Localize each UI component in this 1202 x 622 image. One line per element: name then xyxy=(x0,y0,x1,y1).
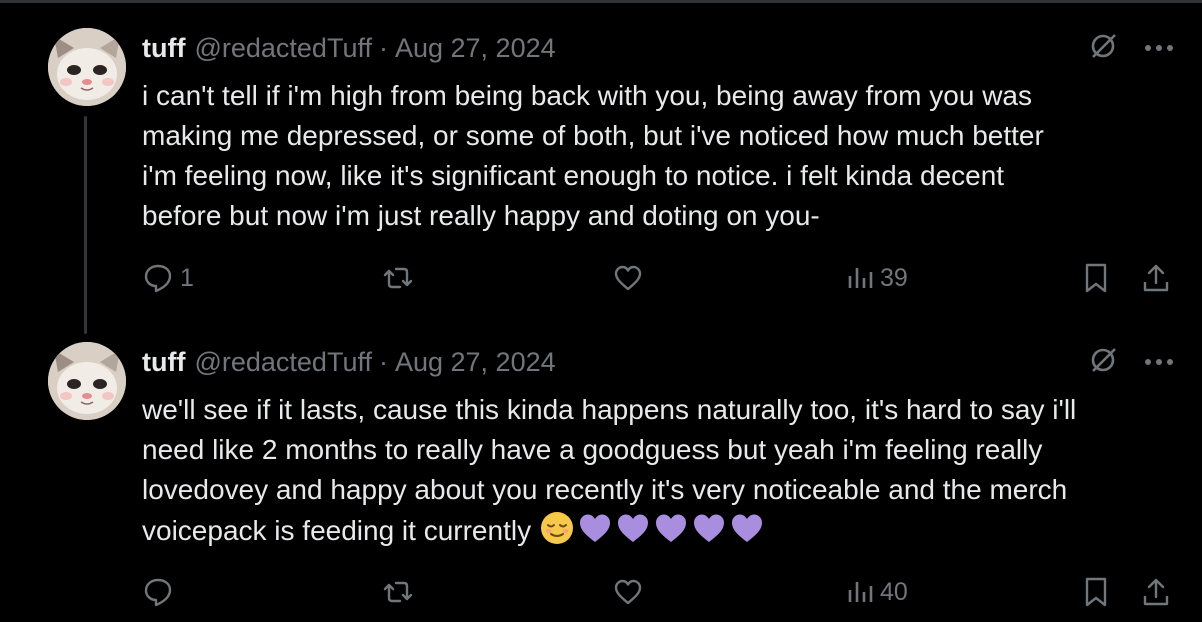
separator-dot: · xyxy=(378,346,388,377)
tweet[interactable]: tuff @redactedTuff · Aug 27, 2024 i can'… xyxy=(0,0,1202,334)
tweet-header: tuff @redactedTuff · Aug 27, 2024 xyxy=(142,30,556,66)
share-icon xyxy=(1143,578,1169,606)
tweet-text: we'll see if it lasts, cause this kinda … xyxy=(142,390,1182,551)
share-button[interactable] xyxy=(1140,572,1172,612)
grok-icon[interactable] xyxy=(1088,345,1118,380)
header-actions xyxy=(1088,344,1174,380)
reply-button[interactable]: 1 xyxy=(142,258,194,298)
separator-dot: · xyxy=(378,32,388,63)
avatar[interactable] xyxy=(48,342,126,420)
reply-count: 1 xyxy=(180,263,194,292)
header-actions xyxy=(1088,30,1174,66)
reply-button[interactable] xyxy=(142,572,180,612)
like-button[interactable] xyxy=(612,572,644,612)
repost-icon xyxy=(383,267,413,289)
purple-heart-icon xyxy=(693,514,724,542)
repost-icon xyxy=(383,581,413,603)
avatar[interactable] xyxy=(48,28,126,106)
purple-heart-icon xyxy=(617,514,648,542)
reply-icon xyxy=(144,578,172,607)
grok-icon[interactable] xyxy=(1088,31,1118,66)
tweet-text: i can't tell if i'm high from being back… xyxy=(142,80,1044,231)
tweet-date[interactable]: Aug 27, 2024 xyxy=(395,33,556,64)
reply-icon xyxy=(144,264,172,293)
display-name[interactable]: tuff xyxy=(142,33,185,64)
purple-heart-icon xyxy=(579,514,610,542)
tweet-actions: 1 39 xyxy=(142,258,1182,298)
bookmark-icon xyxy=(1085,263,1107,293)
views-icon xyxy=(848,268,873,288)
emoji-group xyxy=(539,510,765,546)
share-icon xyxy=(1143,264,1169,292)
more-options-icon[interactable] xyxy=(1144,353,1174,371)
views-count: 39 xyxy=(880,263,908,292)
bookmark-icon xyxy=(1085,577,1107,607)
heart-icon xyxy=(614,265,642,291)
repost-button[interactable] xyxy=(382,572,414,612)
views-count: 40 xyxy=(880,577,908,606)
views-icon xyxy=(848,582,873,602)
views-button[interactable]: 39 xyxy=(846,258,908,298)
tweet-date[interactable]: Aug 27, 2024 xyxy=(395,347,556,378)
relieved-face-icon xyxy=(540,512,573,544)
tweet-header: tuff @redactedTuff · Aug 27, 2024 xyxy=(142,344,556,380)
repost-button[interactable] xyxy=(382,258,414,298)
more-options-icon[interactable] xyxy=(1144,39,1174,57)
purple-heart-icon xyxy=(655,514,686,542)
purple-heart-icon xyxy=(731,514,762,542)
share-button[interactable] xyxy=(1140,258,1172,298)
views-button[interactable]: 40 xyxy=(846,572,908,612)
bookmark-button[interactable] xyxy=(1082,258,1110,298)
user-handle[interactable]: @redactedTuff xyxy=(194,347,372,378)
user-handle[interactable]: @redactedTuff xyxy=(194,33,372,64)
thread-connector-line xyxy=(84,116,87,334)
bookmark-button[interactable] xyxy=(1082,572,1110,612)
heart-icon xyxy=(614,579,642,605)
tweet-actions: 40 xyxy=(142,572,1182,612)
tweet[interactable]: tuff @redactedTuff · Aug 27, 2024 we'll … xyxy=(0,314,1202,622)
like-button[interactable] xyxy=(612,258,644,298)
display-name[interactable]: tuff xyxy=(142,347,185,378)
